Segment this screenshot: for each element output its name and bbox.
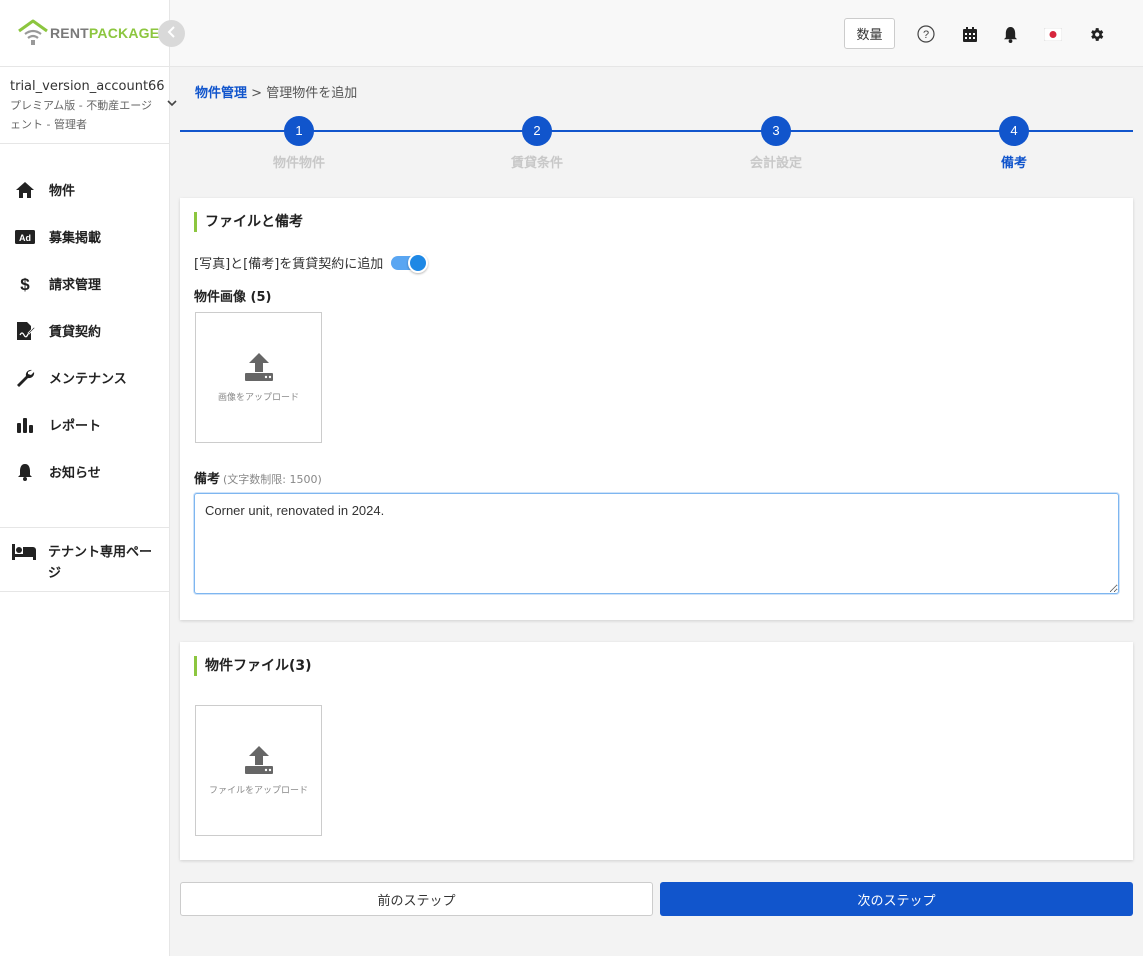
property-files-card: 物件ファイル(3) ファイルをアップロード [180,642,1133,860]
top-header: 数量 ? [170,0,1143,67]
bell-icon [14,461,36,483]
memo-textarea[interactable]: Corner unit, renovated in 2024. [194,493,1119,594]
help-icon[interactable]: ? [917,25,935,43]
sidebar-collapse-button[interactable] [158,20,185,47]
wifi-house-logo-icon [18,19,48,47]
logo[interactable]: RENTPACKAGE [18,18,159,48]
breadcrumb-current: 管理物件を追加 [266,86,358,101]
files-notes-card: ファイルと備考 [写真]と[備考]を賃貸契約に追加 物件画像 (5) 画像をアッ… [180,198,1133,620]
memo-label: 備考 (文字数制限: 1500) [194,472,322,487]
breadcrumb-parent-link[interactable]: 物件管理 [195,86,247,101]
sidebar-item-maintenance[interactable]: メンテナンス [0,354,170,401]
wrench-icon [14,367,36,389]
step-4[interactable]: 4 備考 [954,116,1074,171]
toggle-label: [写真]と[備考]を賃貸契約に追加 [194,257,384,272]
svg-text:Ad: Ad [19,233,31,243]
memo-char-limit: (文字数制限: 1500) [223,473,322,486]
account-role: プレミアム版 - 不動産エージェント - 管理者 [10,99,152,131]
quantity-button[interactable]: 数量 [844,18,895,49]
logo-text: RENTPACKAGE [50,25,160,41]
sidebar-item-label: 請求管理 [49,278,102,293]
upload-icon [243,352,275,386]
upload-image-text: 画像をアップロード [217,393,299,403]
previous-step-button[interactable]: 前のステップ [180,882,653,916]
sidebar-nav: 物件 Ad 募集掲載 $ 請求管理 賃貸契約 メンテナンス レポート お知らせ [0,166,170,495]
step-label: 賃貸条件 [510,156,563,171]
calendar-icon[interactable] [961,25,979,43]
account-name: trial_version_account66 [10,79,165,94]
home-icon [14,179,36,201]
japan-flag-icon[interactable] [1044,25,1062,43]
sidebar-item-label: お知らせ [49,466,101,481]
chevron-down-icon[interactable] [166,97,178,113]
bar-chart-icon [14,414,36,436]
bell-icon[interactable] [1001,25,1019,43]
sidebar-item-label: 物件 [49,184,76,199]
gear-icon[interactable] [1087,25,1105,43]
step-indicator: 1 物件物件 2 賃貸条件 3 会計設定 4 備考 [180,115,1133,185]
ad-icon: Ad [14,226,36,248]
step-number: 2 [522,116,552,146]
step-1[interactable]: 1 物件物件 [239,116,359,171]
property-images-label: 物件画像 (5) [194,290,272,305]
step-2[interactable]: 2 賃貸条件 [477,116,597,171]
chevron-left-icon [167,25,177,42]
sidebar-item-label: メンテナンス [49,372,127,387]
sidebar-item-label: 募集掲載 [49,231,102,246]
sidebar-item-label: 賃貸契約 [49,325,102,340]
add-to-contract-toggle-row: [写真]と[備考]を賃貸契約に追加 [194,252,429,273]
upload-icon [243,745,275,779]
bed-icon [12,544,36,591]
step-label: 物件物件 [272,156,325,171]
step-number: 3 [761,116,791,146]
account-switcher[interactable]: trial_version_account66 プレミアム版 - 不動産エージェ… [0,66,177,144]
step-label: 会計設定 [749,156,802,171]
image-upload-dropzone[interactable]: 画像をアップロード [195,312,322,443]
sidebar: RENTPACKAGE trial_version_account66 プレミア… [0,0,177,956]
sidebar-item-billing[interactable]: $ 請求管理 [0,260,170,307]
sidebar-item-reports[interactable]: レポート [0,401,170,448]
add-to-contract-toggle[interactable] [391,252,429,273]
step-3[interactable]: 3 会計設定 [716,116,836,171]
section-title: ファイルと備考 [194,212,303,232]
toggle-knob [408,252,429,273]
section-title: 物件ファイル(3) [194,656,312,676]
upload-file-text: ファイルをアップロード [208,786,308,796]
breadcrumb-separator: > [251,86,263,101]
step-label: 備考 [1000,156,1027,171]
sidebar-item-properties[interactable]: 物件 [0,166,170,213]
step-number: 4 [999,116,1029,146]
next-step-button[interactable]: 次のステップ [660,882,1133,916]
sidebar-item-listings[interactable]: Ad 募集掲載 [0,213,170,260]
svg-text:?: ? [923,29,929,41]
sidebar-item-notifications[interactable]: お知らせ [0,448,170,495]
sidebar-item-tenant-page[interactable]: テナント専用ページ [0,527,170,592]
svg-text:$: $ [20,275,30,294]
file-upload-dropzone[interactable]: ファイルをアップロード [195,705,322,836]
contract-icon [14,320,36,342]
sidebar-item-label: レポート [49,419,102,434]
sidebar-item-label: テナント専用ページ [48,545,153,581]
dollar-icon: $ [14,273,36,295]
breadcrumb: 物件管理 > 管理物件を追加 [195,82,357,101]
sidebar-item-contracts[interactable]: 賃貸契約 [0,307,170,354]
step-number: 1 [284,116,314,146]
